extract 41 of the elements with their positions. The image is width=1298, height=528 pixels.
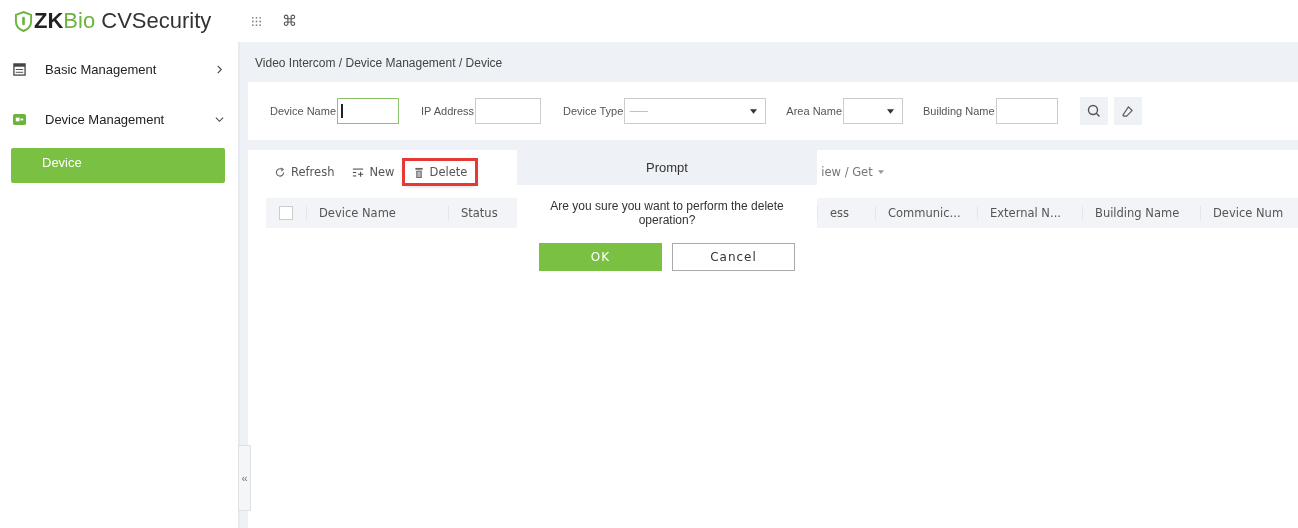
- select-field[interactable]: [843, 98, 903, 124]
- filter-label: IP Address: [421, 105, 475, 117]
- list-icon: [13, 62, 26, 76]
- toolbar-button[interactable]: Delete: [404, 161, 476, 183]
- select-all-checkbox[interactable]: [279, 206, 293, 220]
- column-header: Building Name: [1095, 206, 1180, 220]
- dropdown-caret-icon: [750, 108, 758, 114]
- column-header: Device Name: [319, 206, 396, 220]
- column-header: Communic...: [888, 206, 961, 220]
- dialog-message: Are you sure you want to perform the delete operation?: [549, 199, 785, 227]
- search-button[interactable]: [1079, 97, 1108, 125]
- refresh-icon: [274, 166, 286, 178]
- collapse-handle[interactable]: «: [238, 445, 251, 511]
- input-field[interactable]: [337, 98, 400, 124]
- device-icon: [13, 112, 26, 126]
- search-icon: [1086, 104, 1101, 118]
- caret-icon: [877, 170, 884, 174]
- app-logo: ZKBio CVSecurity: [14, 8, 212, 34]
- filter-label: Area Name: [786, 105, 842, 117]
- eraser-icon: [1121, 104, 1135, 118]
- add-list-icon: [352, 166, 365, 178]
- breadcrumb: Video Intercom / Device Management / Device: [254, 55, 504, 72]
- shield-icon: [14, 10, 33, 32]
- dropdown-caret-icon: [887, 108, 894, 114]
- clear-button[interactable]: [1113, 97, 1142, 125]
- filter-label: Device Name: [270, 105, 337, 117]
- input-field[interactable]: [475, 98, 542, 124]
- column-header: Status: [461, 206, 498, 220]
- cancel-button[interactable]: Cancel: [672, 243, 795, 271]
- apps-grid-icon[interactable]: [251, 15, 263, 27]
- filter-label: Building Name: [923, 105, 995, 117]
- trash-icon: [412, 166, 425, 178]
- sidebar-item[interactable]: Basic Management: [0, 44, 238, 94]
- filter-label: Device Type: [563, 105, 624, 117]
- sidebar-item[interactable]: Device Management: [0, 94, 238, 144]
- shortcut-icon[interactable]: ⌘: [282, 12, 298, 30]
- column-header: ess: [830, 206, 850, 220]
- input-field[interactable]: [995, 98, 1058, 124]
- dialog-title: Prompt: [517, 150, 817, 185]
- column-header: Device Num: [1213, 206, 1284, 220]
- column-header: External N...: [990, 206, 1061, 220]
